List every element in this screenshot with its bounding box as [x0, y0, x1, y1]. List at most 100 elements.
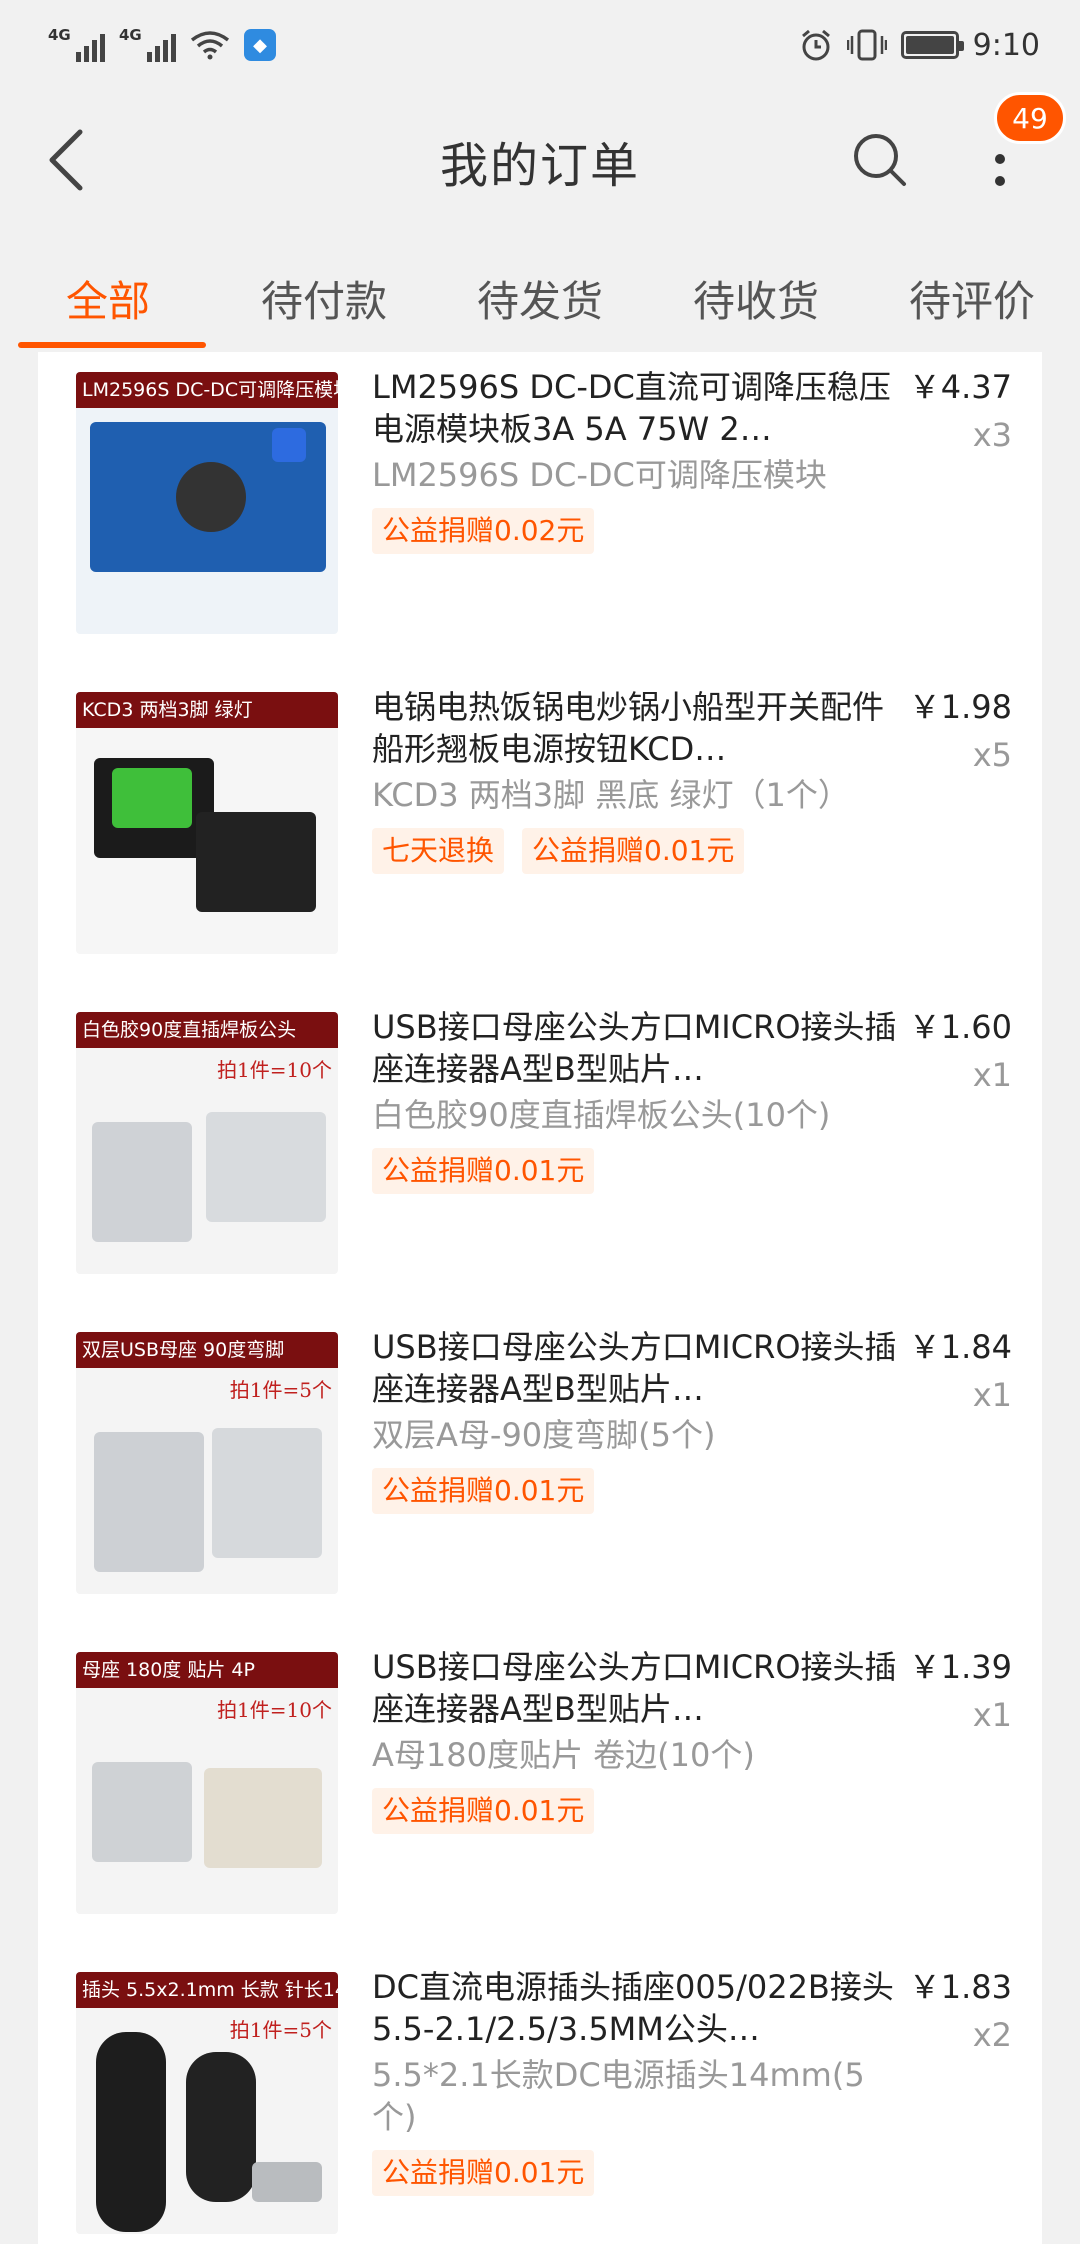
order-item-list: LM2596S DC-DC可调降压模块 LM2596S DC-DC直流可调降压稳…: [38, 352, 1042, 2244]
status-left: 4G 4G ◆: [48, 26, 276, 62]
usb-connector-image: [92, 1122, 192, 1242]
order-item[interactable]: LM2596S DC-DC可调降压模块 LM2596S DC-DC直流可调降压稳…: [38, 352, 1042, 672]
product-spec: 白色胶90度直插焊板公头(10个): [372, 1096, 831, 1134]
thumbnail-banner: KCD3 两档3脚 绿灯: [76, 692, 338, 728]
charity-tag: 公益捐赠0.01元: [372, 1788, 595, 1834]
product-thumbnail[interactable]: 白色胶90度直插焊板公头 拍1件=10个: [76, 1012, 338, 1274]
status-bar: 4G 4G ◆ 9:10: [0, 0, 1080, 90]
tag-list: 七天退换 公益捐赠0.01元: [372, 828, 902, 874]
quantity: x1: [972, 1696, 1012, 1734]
quantity: x3: [972, 416, 1012, 454]
tag-list: 公益捐赠0.01元: [372, 1788, 902, 1834]
charity-tag: 公益捐赠0.01元: [372, 1148, 595, 1194]
tag-list: 公益捐赠0.01元: [372, 1468, 902, 1514]
product-spec: KCD3 两档3脚 黑底 绿灯（1个）: [372, 776, 850, 814]
thumbnail-banner: 插头 5.5x2.1mm 长款 针长14mm: [76, 1972, 338, 2008]
quantity: x5: [972, 736, 1012, 774]
more-dot-icon: [995, 154, 1005, 164]
tag-list: 公益捐赠0.01元: [372, 1148, 902, 1194]
app-header: 我的订单 49: [0, 90, 1080, 230]
order-item-info: LM2596S DC-DC直流可调降压稳压电源模块板3A 5A 75W 2… L…: [372, 366, 902, 554]
thumbnail-note: 拍1件=10个: [217, 1698, 332, 1722]
alarm-icon: [801, 29, 830, 61]
product-thumbnail[interactable]: 双层USB母座 90度弯脚 拍1件=5个: [76, 1332, 338, 1594]
product-thumbnail[interactable]: KCD3 两档3脚 绿灯: [76, 692, 338, 954]
status-right: 9:10: [799, 28, 1040, 63]
product-name[interactable]: USB接口母座公头方口MICRO接头插座连接器A型B型贴片…: [372, 1006, 902, 1090]
inductor-image: [176, 462, 246, 532]
usb-connector-image: [92, 1762, 192, 1862]
tab-pending-review[interactable]: 待评价: [864, 240, 1080, 350]
order-item[interactable]: 母座 180度 贴片 4P 拍1件=10个 USB接口母座公头方口MICRO接头…: [38, 1632, 1042, 1952]
dc-plug-metal-image: [252, 2162, 322, 2202]
network-type-1: 4G: [48, 26, 71, 44]
thumbnail-note: 拍1件=5个: [229, 1378, 332, 1402]
order-item-info: USB接口母座公头方口MICRO接头插座连接器A型B型贴片… 白色胶90度直插焊…: [372, 1006, 902, 1194]
order-item-info: DC直流电源插头插座005/022B接头5.5-2.1/2.5/3.5MM公头……: [372, 1966, 902, 2196]
signal-icon-2: 4G: [119, 26, 176, 62]
usb-connector-image: [94, 1432, 204, 1572]
status-time: 9:10: [972, 27, 1040, 63]
thumbnail-banner: 双层USB母座 90度弯脚: [76, 1332, 338, 1368]
return-policy-tag: 七天退换: [372, 828, 505, 874]
unit-price: ￥4.37: [908, 368, 1012, 406]
unit-price: ￥1.98: [908, 688, 1012, 726]
quantity: x2: [972, 2016, 1012, 2054]
switch-button-image: [112, 768, 192, 828]
thumbnail-banner: 白色胶90度直插焊板公头: [76, 1012, 338, 1048]
product-spec: LM2596S DC-DC可调降压模块: [372, 456, 827, 494]
signal-icon: 4G: [48, 26, 105, 62]
thumbnail-note: 拍1件=10个: [217, 1058, 332, 1082]
tab-all[interactable]: 全部: [0, 240, 216, 350]
unit-price: ￥1.60: [908, 1008, 1012, 1046]
product-name[interactable]: DC直流电源插头插座005/022B接头5.5-2.1/2.5/3.5MM公头…: [372, 1966, 902, 2050]
order-item[interactable]: 双层USB母座 90度弯脚 拍1件=5个 USB接口母座公头方口MICRO接头插…: [38, 1312, 1042, 1632]
thumbnail-banner: LM2596S DC-DC可调降压模块: [76, 372, 338, 408]
product-name[interactable]: 电锅电热饭锅电炒锅小船型开关配件船形翘板电源按钮KCD…: [372, 686, 902, 770]
product-spec: 5.5*2.1长款DC电源插头14mm(5个): [372, 2056, 865, 2136]
dc-plug-image-2: [186, 2052, 256, 2202]
unit-price: ￥1.39: [908, 1648, 1012, 1686]
security-app-icon: ◆: [244, 29, 276, 61]
network-type-2: 4G: [119, 26, 142, 44]
product-thumbnail[interactable]: 母座 180度 贴片 4P 拍1件=10个: [76, 1652, 338, 1914]
notification-badge: 49: [994, 92, 1066, 144]
quantity: x1: [972, 1056, 1012, 1094]
thumbnail-note: 拍1件=5个: [229, 2018, 332, 2042]
order-item[interactable]: 白色胶90度直插焊板公头 拍1件=10个 USB接口母座公头方口MICRO接头插…: [38, 992, 1042, 1312]
product-thumbnail[interactable]: 插头 5.5x2.1mm 长款 针长14mm 拍1件=5个: [76, 1972, 338, 2234]
order-item[interactable]: 插头 5.5x2.1mm 长款 针长14mm 拍1件=5个 DC直流电源插头插座…: [38, 1952, 1042, 2244]
order-item-info: 电锅电热饭锅电炒锅小船型开关配件船形翘板电源按钮KCD… KCD3 两档3脚 黑…: [372, 686, 902, 874]
order-tabs: 全部 待付款 待发货 待收货 待评价: [0, 240, 1080, 350]
charity-tag: 公益捐赠0.01元: [372, 2150, 595, 2196]
product-thumbnail[interactable]: LM2596S DC-DC可调降压模块: [76, 372, 338, 634]
search-button[interactable]: [840, 120, 920, 200]
rocker-switch-side-image: [196, 812, 316, 912]
order-item[interactable]: KCD3 两档3脚 绿灯 电锅电热饭锅电炒锅小船型开关配件船形翘板电源按钮KCD…: [38, 672, 1042, 992]
order-item-info: USB接口母座公头方口MICRO接头插座连接器A型B型贴片… A母180度贴片 …: [372, 1646, 902, 1834]
tag-list: 公益捐赠0.02元: [372, 508, 902, 554]
tab-pending-receipt[interactable]: 待收货: [648, 240, 864, 350]
tab-pending-shipment[interactable]: 待发货: [432, 240, 648, 350]
search-icon: [854, 134, 906, 186]
tag-list: 公益捐赠0.01元: [372, 2150, 902, 2196]
product-spec: A母180度贴片 卷边(10个): [372, 1736, 755, 1774]
more-dot-icon: [995, 176, 1005, 186]
order-item-info: USB接口母座公头方口MICRO接头插座连接器A型B型贴片… 双层A母-90度弯…: [372, 1326, 902, 1514]
usb-connector-image-2: [204, 1768, 322, 1868]
product-name[interactable]: LM2596S DC-DC直流可调降压稳压电源模块板3A 5A 75W 2…: [372, 366, 902, 450]
tab-pending-payment[interactable]: 待付款: [216, 240, 432, 350]
quantity: x1: [972, 1376, 1012, 1414]
battery-icon: [900, 31, 964, 59]
dc-plug-image: [96, 2032, 166, 2232]
wifi-icon: [190, 31, 230, 60]
usb-connector-image-2: [212, 1428, 322, 1558]
product-name[interactable]: USB接口母座公头方口MICRO接头插座连接器A型B型贴片…: [372, 1646, 902, 1730]
product-spec: 双层A母-90度弯脚(5个): [372, 1416, 716, 1454]
thumbnail-banner: 母座 180度 贴片 4P: [76, 1652, 338, 1688]
product-name[interactable]: USB接口母座公头方口MICRO接头插座连接器A型B型贴片…: [372, 1326, 902, 1410]
vibrate-icon: [846, 29, 887, 61]
charity-tag: 公益捐赠0.01元: [372, 1468, 595, 1514]
charity-tag: 公益捐赠0.01元: [522, 828, 745, 874]
charity-tag: 公益捐赠0.02元: [372, 508, 595, 554]
